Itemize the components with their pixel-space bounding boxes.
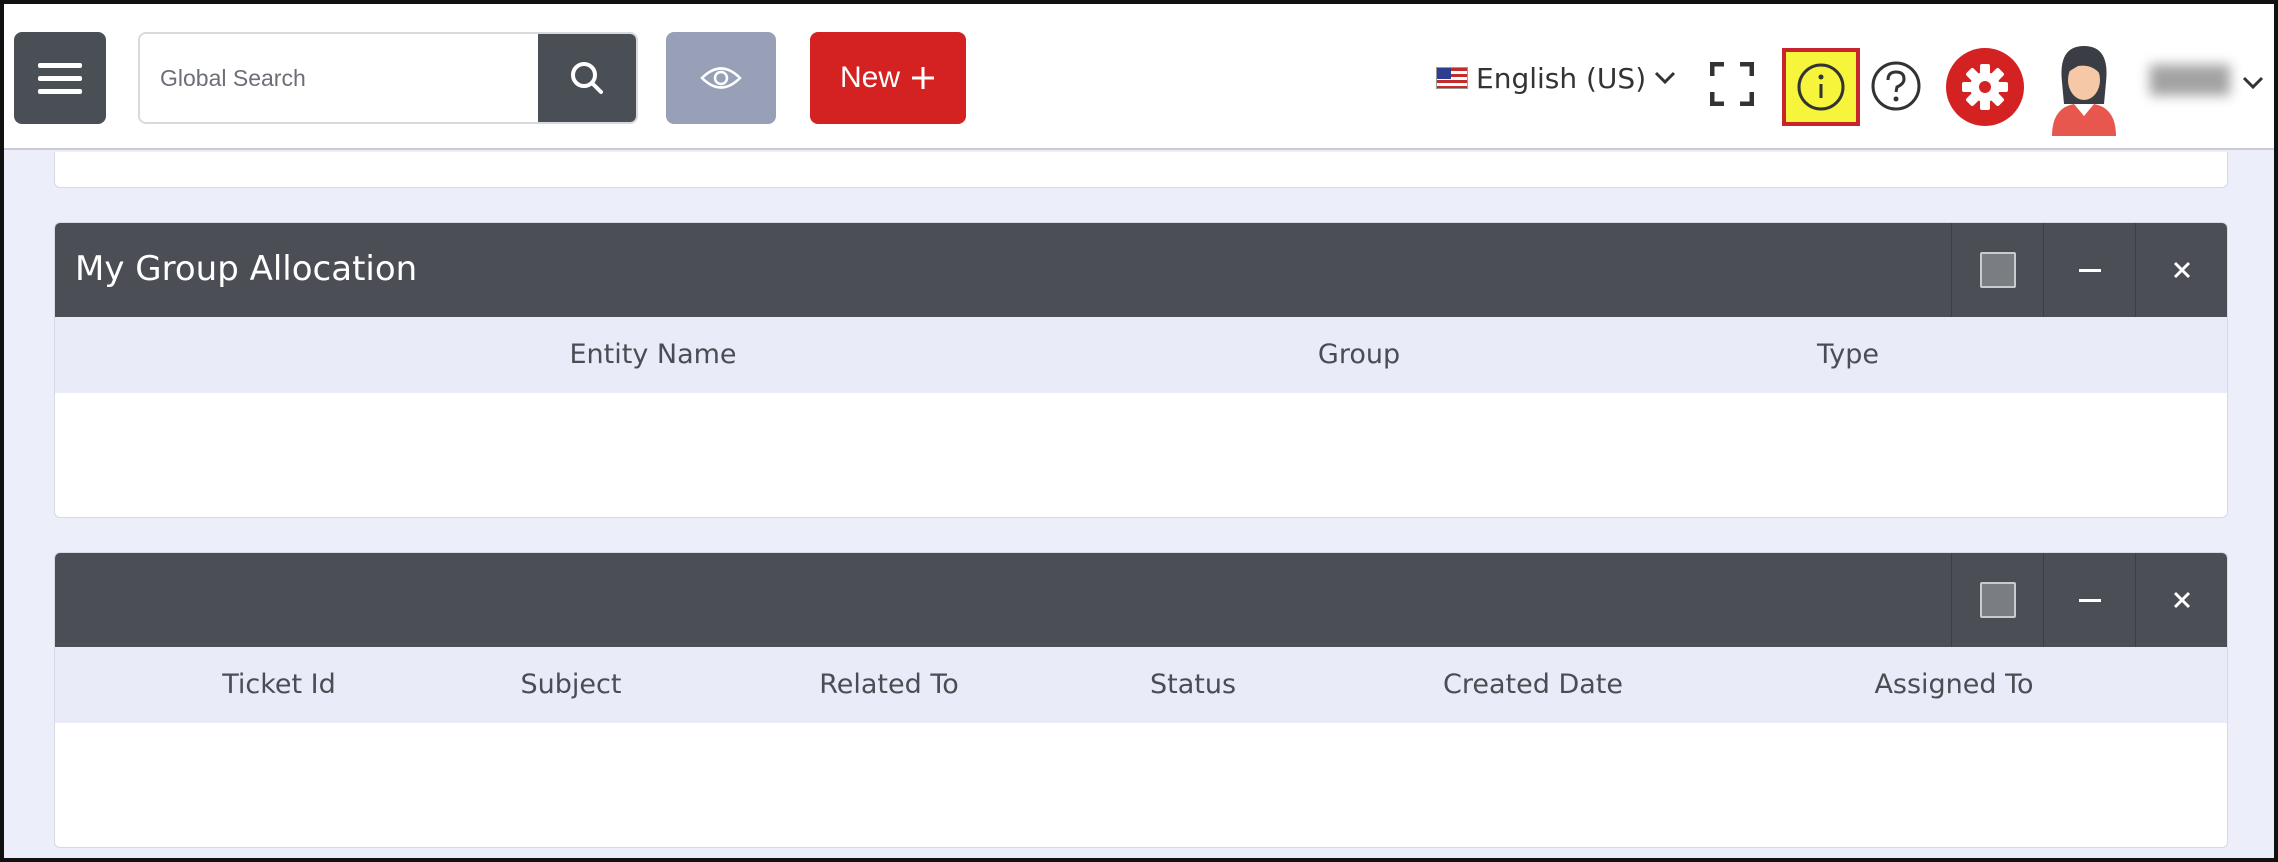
close-button[interactable] [2135,553,2227,647]
maximize-icon [1979,252,2016,288]
chevron-down-icon [1655,71,1676,85]
global-search [138,32,638,124]
hamburger-menu-icon [38,55,82,102]
close-icon [2173,591,2190,609]
view-toggle-button[interactable] [666,32,776,124]
close-icon [2173,261,2190,279]
info-icon [1797,63,1845,111]
panel-tools [1951,223,2227,317]
minimize-button[interactable] [2043,223,2135,317]
user-name-blurred[interactable]: ████ [2150,66,2246,102]
minus-icon [2078,598,2101,602]
top-header: New English (US) [4,4,2274,150]
minimize-button[interactable] [2043,553,2135,647]
column-header-ticket-id[interactable]: Ticket Id [222,669,336,700]
minus-icon [2078,268,2101,272]
fullscreen-icon[interactable] [1710,62,1754,106]
panel-header: My Group Allocation [55,223,2227,317]
panel-tools [1951,553,2227,647]
plus-icon [912,67,934,89]
maximize-icon [1979,582,2016,618]
chevron-down-icon[interactable] [2242,76,2264,90]
column-header-related-to[interactable]: Related To [819,669,959,700]
table-header: Ticket Id Subject Related To Status Crea… [55,647,2227,723]
column-header-created-date[interactable]: Created Date [1443,669,1623,700]
app-frame: New English (US) [0,0,2278,862]
user-avatar-icon[interactable] [2048,42,2120,136]
close-button[interactable] [2135,223,2227,317]
tickets-panel: Ticket Id Subject Related To Status Crea… [54,552,2228,848]
panel-header [55,553,2227,647]
info-button[interactable] [1782,48,1860,126]
column-header-status[interactable]: Status [1150,669,1236,700]
table-header: Entity Name Group Type [55,317,2227,393]
column-header-type[interactable]: Type [1817,339,1879,370]
language-selector[interactable]: English (US) [1436,58,1676,98]
help-icon[interactable] [1870,60,1922,112]
maximize-button[interactable] [1951,223,2043,317]
new-button[interactable]: New [810,32,966,124]
search-icon [571,62,603,94]
language-label: English (US) [1476,61,1647,95]
group-allocation-panel: My Group Allocation Entity Name Group Ty… [54,222,2228,518]
column-header-entity-name[interactable]: Entity Name [569,339,736,370]
maximize-button[interactable] [1951,553,2043,647]
column-header-subject[interactable]: Subject [521,669,622,700]
menu-button[interactable] [14,32,106,124]
global-search-input[interactable] [140,34,538,122]
eye-icon [700,67,742,89]
settings-button[interactable] [1946,48,2024,126]
search-button[interactable] [538,34,636,122]
panel-title: My Group Allocation [75,249,418,289]
new-button-label: New [839,61,900,94]
us-flag-icon [1436,67,1468,89]
gear-icon [1962,64,2008,110]
previous-widget-card [54,152,2228,188]
column-header-group[interactable]: Group [1318,339,1400,370]
column-header-assigned-to[interactable]: Assigned To [1874,669,2033,700]
